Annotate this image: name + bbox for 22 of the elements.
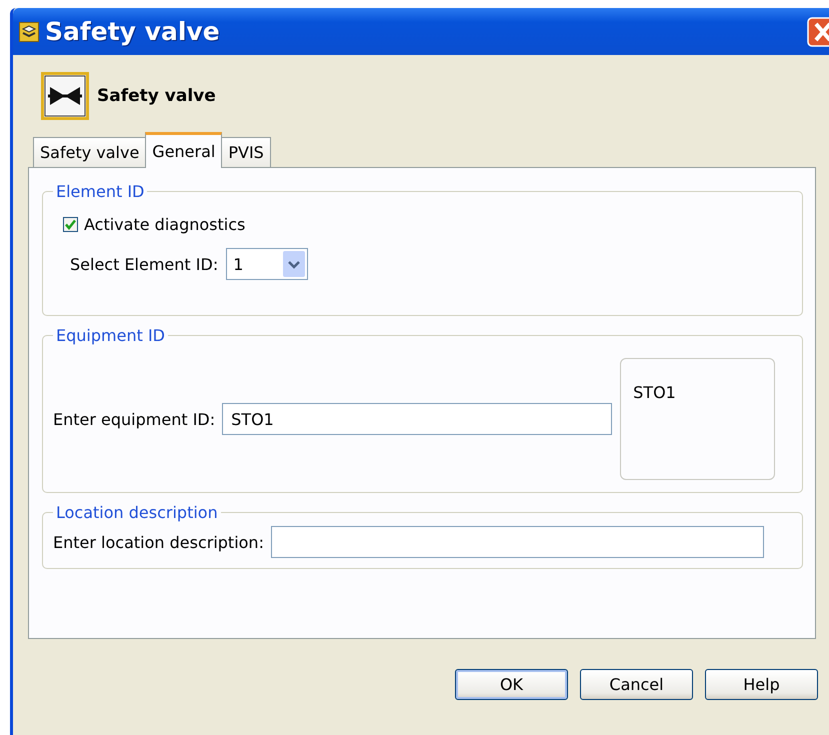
group-legend: Location description [53,503,221,522]
field-label: Select Element ID: [70,254,218,274]
field-label: Enter equipment ID: [53,410,216,428]
dialog-heading: Safety valve [97,86,216,106]
field-label: Enter location description: [53,532,264,552]
dialog-button[interactable]: Help [705,669,818,700]
element-id-dropdown[interactable]: 1 [226,248,308,280]
tab[interactable]: General [145,132,222,168]
checkbox[interactable] [63,217,78,232]
dialog-button[interactable]: Cancel [580,669,693,700]
tab[interactable]: Safety valve [33,137,146,167]
group-legend: Element ID [53,182,148,201]
app-icon [19,22,39,42]
tab[interactable]: PVIS [221,137,271,167]
location-description-field[interactable] [270,526,764,558]
equipment-id-field[interactable]: STO1 [222,403,612,435]
window-title: Safety valve [45,17,221,46]
valve-icon [41,72,89,120]
checkbox-label: Activate diagnostics [84,215,246,234]
group-legend: Equipment ID [53,326,168,345]
dialog-button[interactable]: OK [455,669,568,700]
preview-text: STO1 [633,383,676,402]
